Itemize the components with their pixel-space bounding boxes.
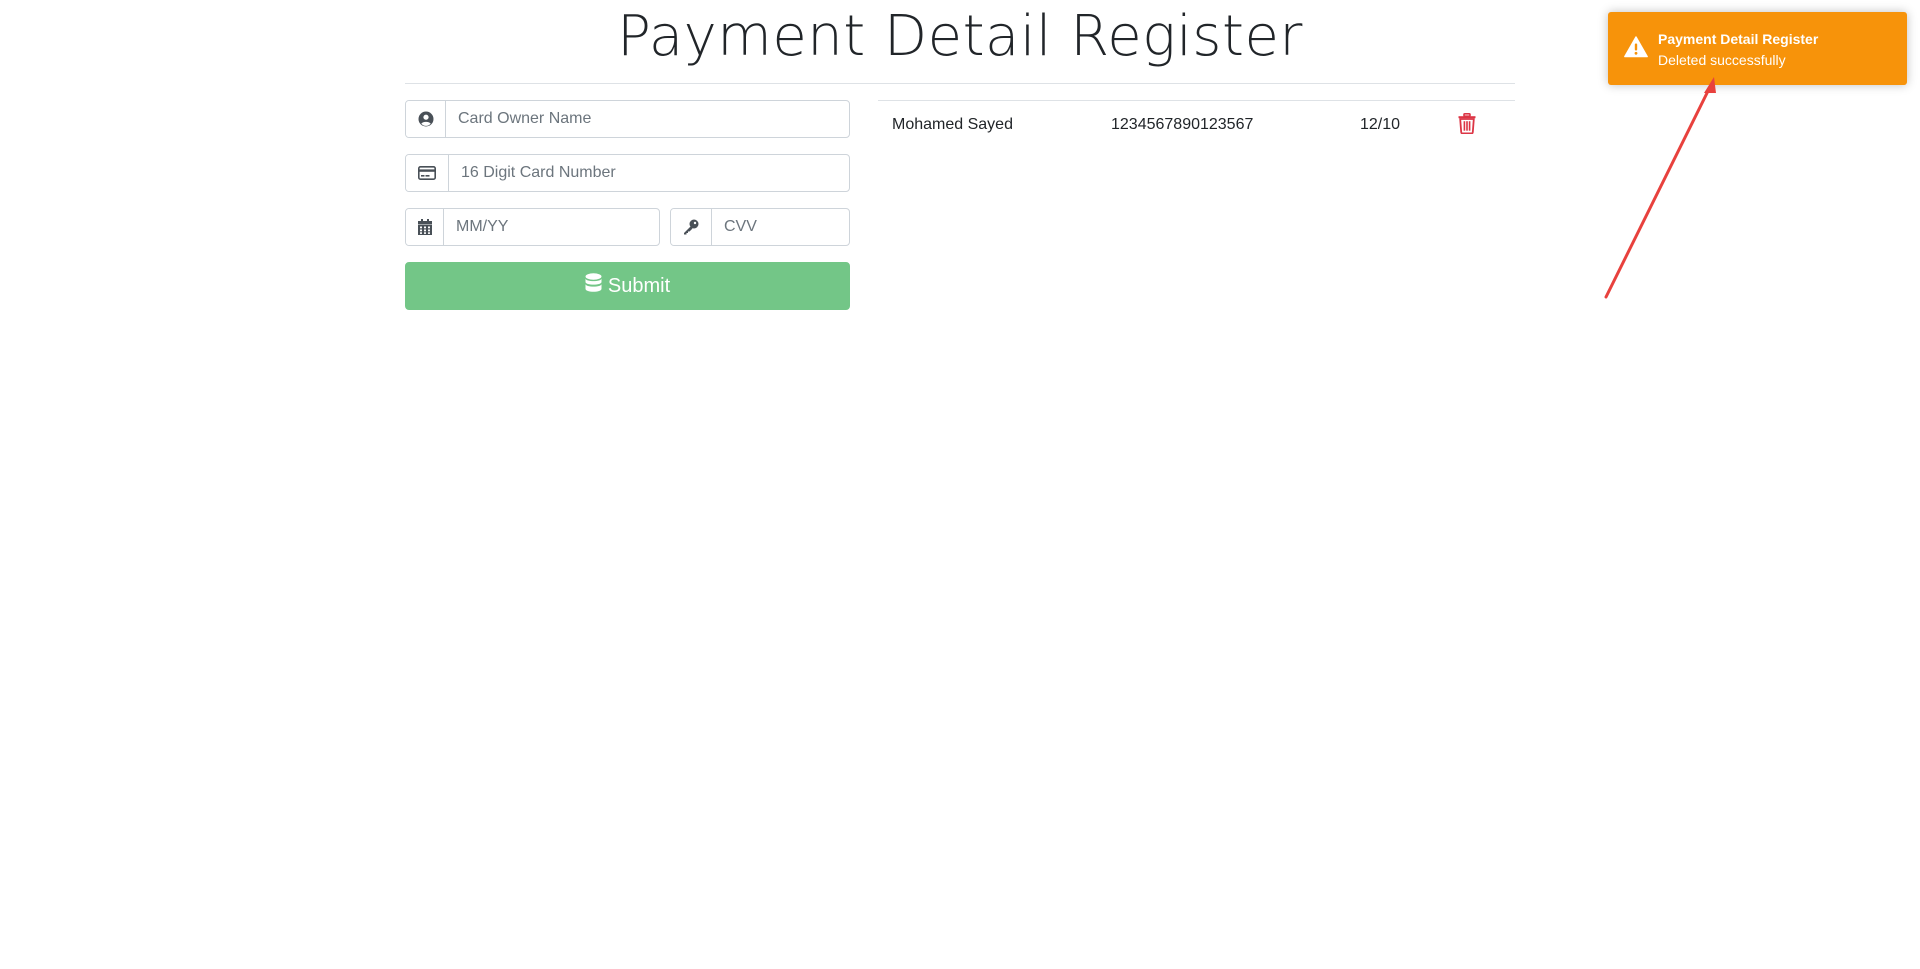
calendar-icon <box>406 209 444 245</box>
record-expiry: 12/10 <box>1360 116 1401 133</box>
owner-input-group <box>405 100 850 138</box>
toast-message: Deleted successfully <box>1658 52 1786 68</box>
database-icon <box>585 273 602 299</box>
submit-button[interactable]: Submit <box>405 262 850 310</box>
table-row: Mohamed Sayed 1234567890123567 12/10 <box>878 101 1515 151</box>
toast-title: Payment Detail Register <box>1658 31 1819 47</box>
credit-card-icon <box>406 155 449 191</box>
card-number-input[interactable] <box>449 155 849 191</box>
trash-icon[interactable] <box>1458 113 1476 139</box>
payment-records-table: Mohamed Sayed 1234567890123567 12/10 <box>878 100 1515 151</box>
card-number-input-group <box>405 154 850 192</box>
record-card-number: 1234567890123567 <box>1111 116 1254 133</box>
record-owner: Mohamed Sayed <box>892 116 1013 133</box>
expiry-input[interactable] <box>444 209 659 245</box>
card-owner-input[interactable] <box>446 101 849 137</box>
key-icon <box>671 209 712 245</box>
page-title: Payment Detail Register <box>617 4 1303 69</box>
cvv-input-group <box>670 208 850 246</box>
warning-icon <box>1624 36 1648 63</box>
title-divider <box>405 83 1515 84</box>
page: Payment Detail Register Card Owner Name … <box>0 0 1920 969</box>
toast-notification[interactable]: Payment Detail Register Deleted successf… <box>1608 12 1907 85</box>
expiry-input-group <box>405 208 660 246</box>
cvv-input[interactable] <box>712 209 849 245</box>
submit-label: Submit <box>607 274 671 297</box>
user-circle-icon <box>406 101 446 137</box>
